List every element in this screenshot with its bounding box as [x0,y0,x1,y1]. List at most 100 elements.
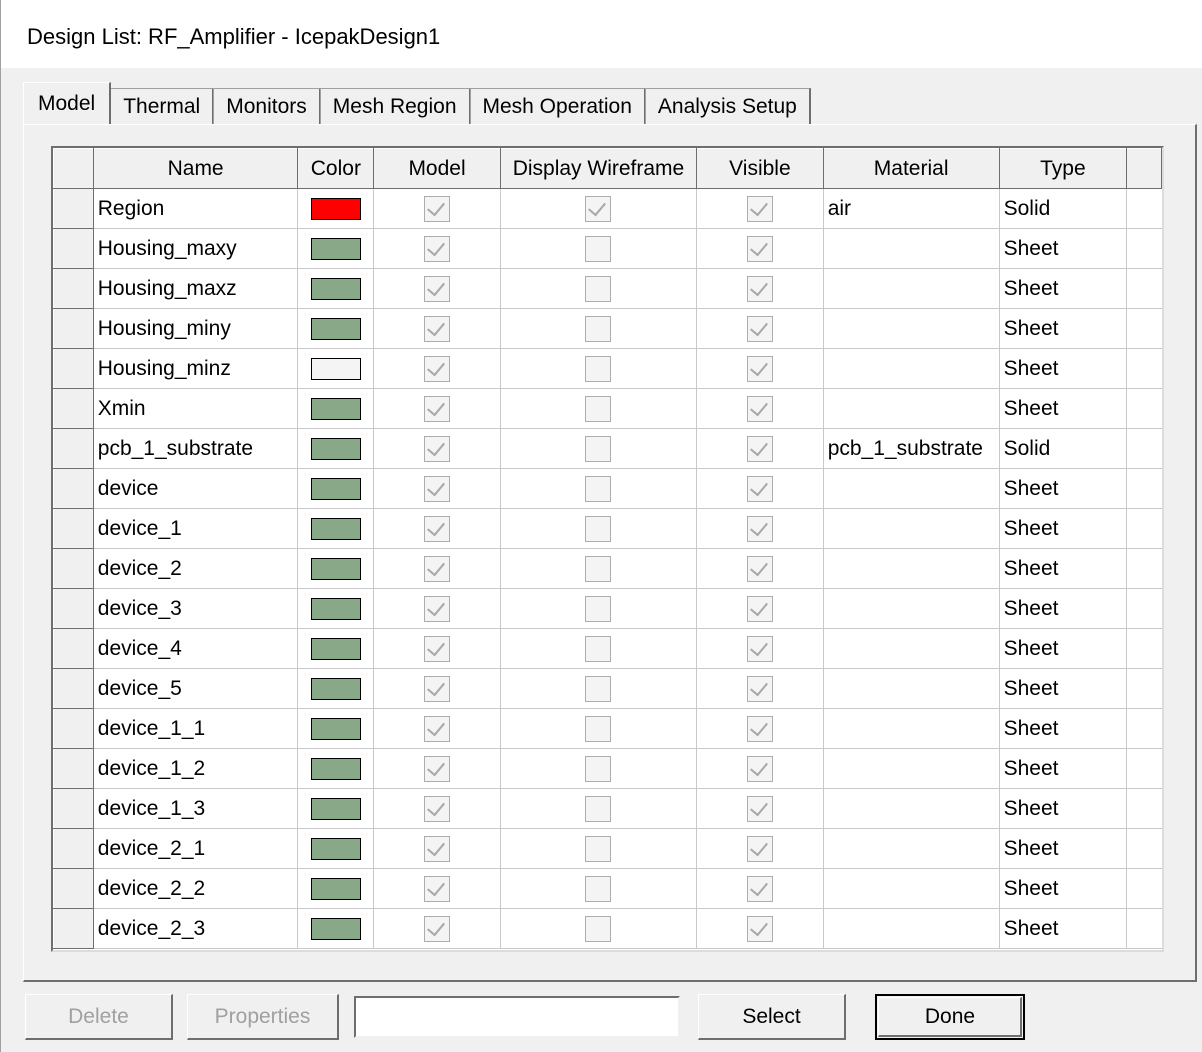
table-row[interactable]: device_2_1 Sheet [53,828,1162,869]
table-row[interactable]: device_5 Sheet [53,668,1162,709]
column-header-color[interactable]: Color [297,148,375,189]
cell-type[interactable]: Solid [999,188,1128,229]
cell-display-wireframe[interactable] [500,388,698,429]
cell-material[interactable]: air [823,188,1000,229]
visible-checkbox[interactable] [746,715,773,742]
visible-checkbox[interactable] [746,875,773,902]
cell-display-wireframe[interactable] [500,228,698,269]
row-header[interactable] [53,308,94,349]
visible-checkbox[interactable] [746,195,773,222]
tab-analysis-setup[interactable]: Analysis Setup [644,88,811,124]
tab-monitors[interactable]: Monitors [213,88,321,124]
cell-visible[interactable] [696,868,824,909]
model-checkbox[interactable] [424,835,451,862]
cell-model[interactable] [373,388,501,429]
cell-display-wireframe[interactable] [500,868,698,909]
table-row[interactable]: pcb_1_substrate pcb_1_substrate Solid [53,428,1162,469]
model-checkbox[interactable] [424,875,451,902]
cell-type[interactable]: Sheet [999,548,1128,589]
model-checkbox[interactable] [424,315,451,342]
display-wireframe-checkbox[interactable] [585,595,612,622]
column-header-type[interactable]: Type [998,148,1128,189]
table-row[interactable]: device Sheet [53,468,1162,509]
tab-mesh-operation[interactable]: Mesh Operation [469,88,646,124]
delete-button[interactable]: Delete [25,994,173,1040]
color-swatch[interactable] [310,597,361,620]
cell-name[interactable]: device_2_1 [93,828,299,869]
color-swatch[interactable] [310,197,361,220]
color-swatch[interactable] [310,717,361,740]
row-header[interactable] [53,708,94,749]
display-wireframe-checkbox[interactable] [585,915,612,942]
cell-model[interactable] [373,188,501,229]
table-row[interactable]: device_1_1 Sheet [53,708,1162,749]
cell-visible[interactable] [696,628,824,669]
cell-material[interactable] [823,708,1000,749]
tab-mesh-region[interactable]: Mesh Region [319,88,471,124]
model-checkbox[interactable] [424,235,451,262]
table-row[interactable]: Housing_minz Sheet [53,348,1162,389]
cell-color[interactable] [297,388,375,429]
cell-name[interactable]: Housing_miny [93,308,299,349]
row-header[interactable] [53,828,94,869]
cell-material[interactable] [823,508,1000,549]
cell-display-wireframe[interactable] [500,308,698,349]
column-header-model[interactable]: Model [373,148,501,189]
cell-display-wireframe[interactable] [500,468,698,509]
done-button[interactable]: Done [875,994,1025,1040]
cell-name[interactable]: Region [93,188,299,229]
display-wireframe-checkbox[interactable] [585,315,612,342]
display-wireframe-checkbox[interactable] [585,675,612,702]
cell-type[interactable]: Sheet [999,628,1128,669]
cell-visible[interactable] [696,708,824,749]
cell-name[interactable]: device_1_3 [93,788,299,829]
model-checkbox[interactable] [424,355,451,382]
row-header[interactable] [53,388,94,429]
cell-visible[interactable] [696,548,824,589]
cell-model[interactable] [373,348,501,389]
cell-display-wireframe[interactable] [500,628,698,669]
cell-model[interactable] [373,748,501,789]
visible-checkbox[interactable] [746,635,773,662]
cell-material[interactable] [823,308,1000,349]
cell-type[interactable]: Sheet [999,308,1128,349]
display-wireframe-checkbox[interactable] [585,715,612,742]
cell-visible[interactable] [696,468,824,509]
cell-display-wireframe[interactable] [500,508,698,549]
color-swatch[interactable] [310,477,361,500]
cell-type[interactable]: Sheet [999,908,1128,949]
cell-type[interactable]: Sheet [999,828,1128,869]
cell-material[interactable] [823,228,1000,269]
display-wireframe-checkbox[interactable] [585,235,612,262]
cell-display-wireframe[interactable] [500,588,698,629]
cell-name[interactable]: device [93,468,299,509]
cell-visible[interactable] [696,228,824,269]
column-header-visible[interactable]: Visible [696,148,824,189]
table-row[interactable]: device_1_3 Sheet [53,788,1162,829]
cell-material[interactable] [823,828,1000,869]
cell-color[interactable] [297,228,375,269]
cell-model[interactable] [373,508,501,549]
model-checkbox[interactable] [424,915,451,942]
display-wireframe-checkbox[interactable] [585,875,612,902]
visible-checkbox[interactable] [746,235,773,262]
cell-type[interactable]: Solid [999,428,1128,469]
cell-visible[interactable] [696,348,824,389]
cell-display-wireframe[interactable] [500,428,698,469]
cell-type[interactable]: Sheet [999,228,1128,269]
cell-model[interactable] [373,908,501,949]
cell-color[interactable] [297,628,375,669]
cell-color[interactable] [297,788,375,829]
model-checkbox[interactable] [424,195,451,222]
cell-display-wireframe[interactable] [500,348,698,389]
cell-display-wireframe[interactable] [500,668,698,709]
table-row[interactable]: device_2 Sheet [53,548,1162,589]
color-swatch[interactable] [310,677,361,700]
cell-visible[interactable] [696,428,824,469]
cell-color[interactable] [297,828,375,869]
cell-display-wireframe[interactable] [500,708,698,749]
cell-material[interactable] [823,788,1000,829]
cell-display-wireframe[interactable] [500,828,698,869]
cell-visible[interactable] [696,668,824,709]
color-swatch[interactable] [310,557,361,580]
